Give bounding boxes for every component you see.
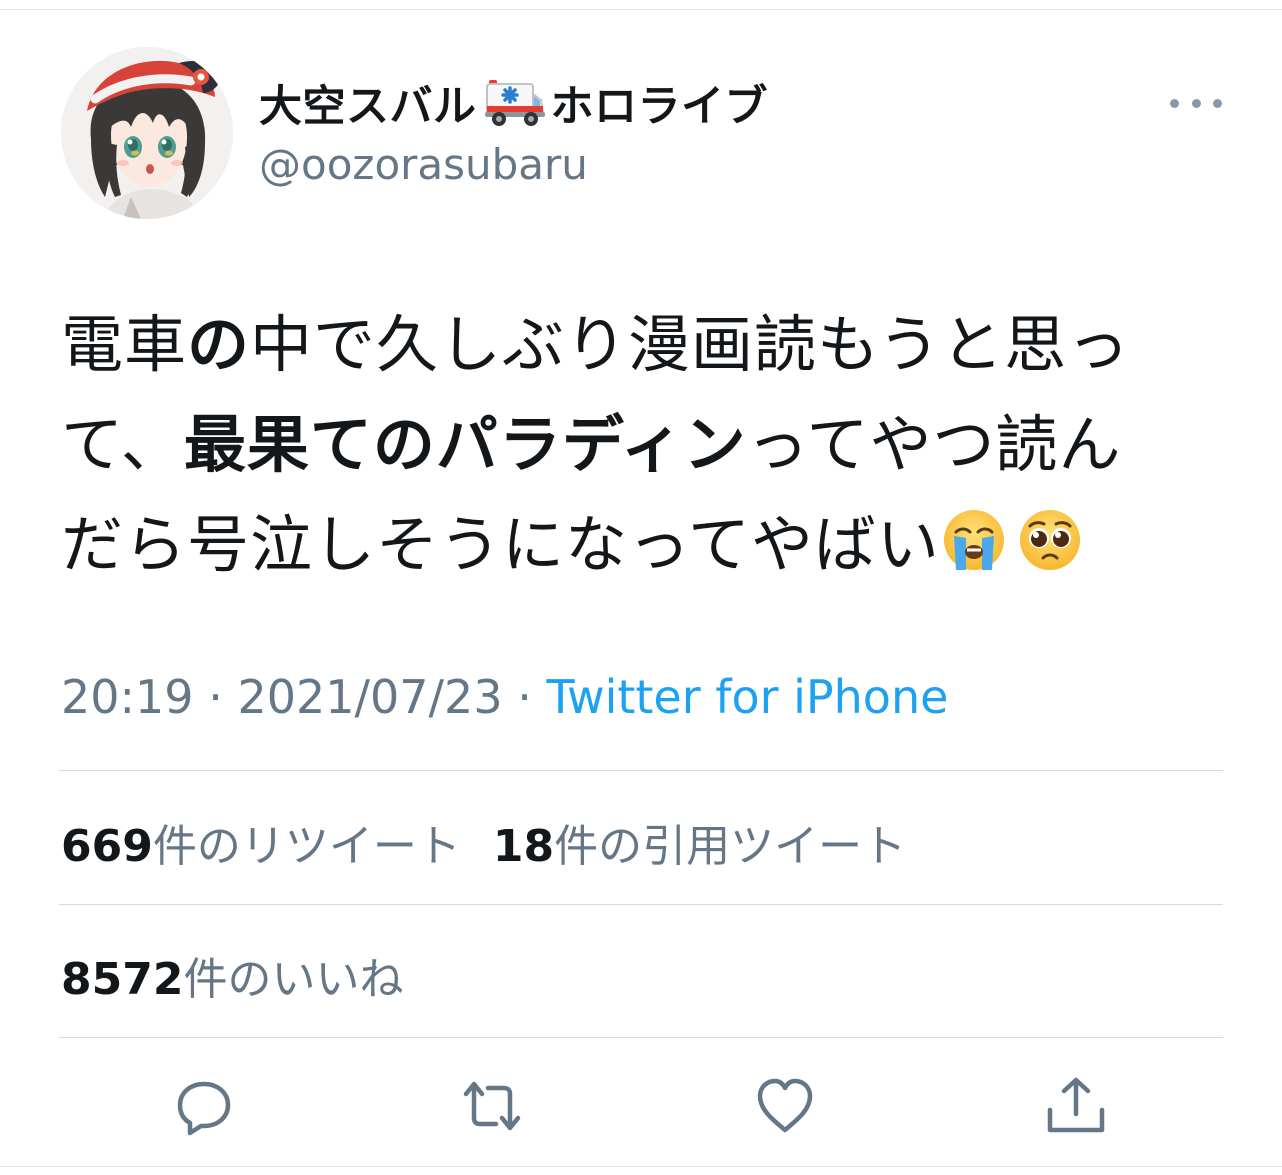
display-name[interactable]: 大空スバル ホロライブ <box>259 74 768 132</box>
tweet-time[interactable]: 20:19 <box>61 670 194 724</box>
pleading-face-icon <box>1019 510 1080 570</box>
divider <box>59 904 1223 905</box>
more-dot-icon <box>1191 98 1201 108</box>
text-run-bold: 最果てのパラディン <box>183 408 747 481</box>
ambulance-icon <box>484 80 545 126</box>
like-label: 件のいいね <box>183 954 404 1005</box>
tweet-source-link[interactable]: Twitter for iPhone <box>546 670 948 724</box>
display-name-part-1: 大空スバル <box>259 82 477 132</box>
share-button[interactable] <box>1046 1076 1106 1136</box>
retweet-stats: 669件のリツイート 18件の引用ツイート <box>61 810 906 874</box>
display-name-part-2: ホロライブ <box>550 82 768 132</box>
text-run: だら号泣しそうになってやばい <box>61 508 940 581</box>
retweets-link[interactable]: 669件のリツイート <box>61 821 461 872</box>
heart-icon <box>757 1078 813 1133</box>
more-dot-icon <box>1170 98 1179 108</box>
text-run: て、 <box>61 408 184 481</box>
top-divider <box>0 9 1282 10</box>
tweet-date[interactable]: 2021/07/23 <box>237 670 502 724</box>
more-dot-icon <box>1213 98 1222 108</box>
like-stats[interactable]: 8572件のいいね <box>61 943 403 1007</box>
divider <box>59 1037 1223 1038</box>
share-icon <box>1047 1077 1105 1133</box>
reply-icon <box>177 1081 231 1136</box>
retweet-count: 669 <box>61 821 153 872</box>
like-button[interactable] <box>755 1076 815 1136</box>
text-run: 中で久しぶり漫画読もうと思っ <box>250 308 1131 381</box>
tweet-metadata: 20:19 · 2021/07/23 · Twitter for iPhone <box>61 670 948 724</box>
avatar[interactable] <box>61 47 233 219</box>
retweet-icon <box>463 1081 521 1131</box>
retweet-label: 件のリツイート <box>152 821 461 872</box>
tweet-text-line: 電車の中で久しぶり漫画読もうと思っ <box>61 295 1221 395</box>
tweet-text: 電車の中で久しぶり漫画読もうと思っ て、最果てのパラディンってやつ読ん だら号泣… <box>61 295 1221 595</box>
reply-button[interactable] <box>174 1076 234 1136</box>
quote-count: 18 <box>492 821 555 872</box>
text-run: ってやつ読ん <box>746 408 1122 481</box>
divider <box>59 770 1223 771</box>
retweet-button[interactable] <box>462 1076 522 1136</box>
quotes-link[interactable]: 18件の引用ツイート <box>493 821 906 872</box>
tweet-text-line: だら号泣しそうになってやばい <box>61 495 1221 595</box>
text-run: 電車 <box>61 308 188 381</box>
meta-separator: · <box>208 670 223 724</box>
user-handle[interactable]: @oozorasubaru <box>259 140 588 189</box>
loudly-crying-face-icon <box>943 510 1004 570</box>
quote-label: 件の引用ツイート <box>554 821 907 872</box>
tweet-text-line: て、最果てのパラディンってやつ読ん <box>61 395 1221 495</box>
like-count: 8572 <box>61 954 184 1005</box>
text-run-bold: の <box>187 308 251 381</box>
more-options-button[interactable] <box>1170 88 1222 118</box>
bottom-divider <box>0 1166 1282 1167</box>
meta-separator: · <box>517 670 532 724</box>
avatar-illustration <box>61 47 233 219</box>
